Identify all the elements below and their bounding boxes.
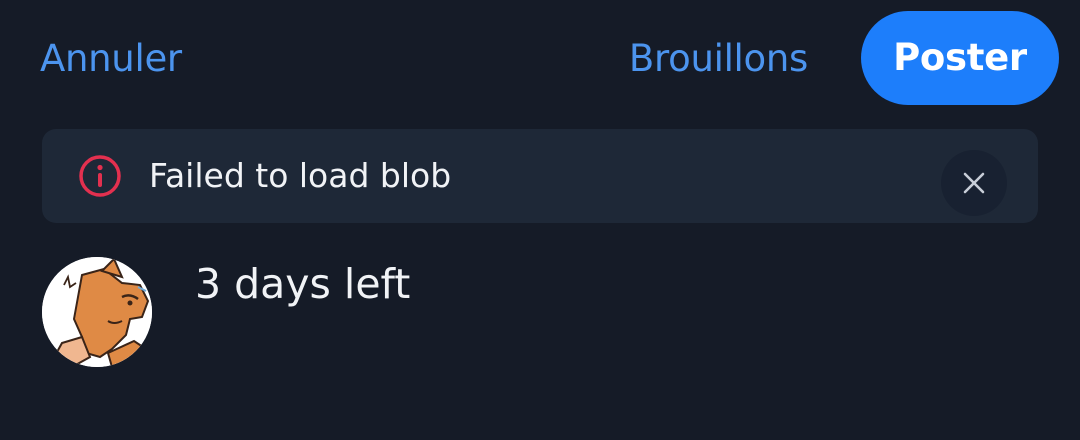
error-message: Failed to load blob [149,156,452,195]
info-circle-icon [78,154,122,198]
close-icon [963,172,985,194]
post-button[interactable]: Poster [861,11,1059,105]
composer-screen: Annuler Brouillons Poster Failed to load… [0,0,1080,440]
avatar[interactable] [42,257,152,367]
post-text[interactable]: 3 days left [195,255,410,313]
dismiss-error-button[interactable] [941,150,1007,216]
drafts-button[interactable]: Brouillons [629,34,808,84]
cancel-button[interactable]: Annuler [40,34,182,84]
avatar-image [42,257,152,367]
error-banner: Failed to load blob [42,129,1038,223]
